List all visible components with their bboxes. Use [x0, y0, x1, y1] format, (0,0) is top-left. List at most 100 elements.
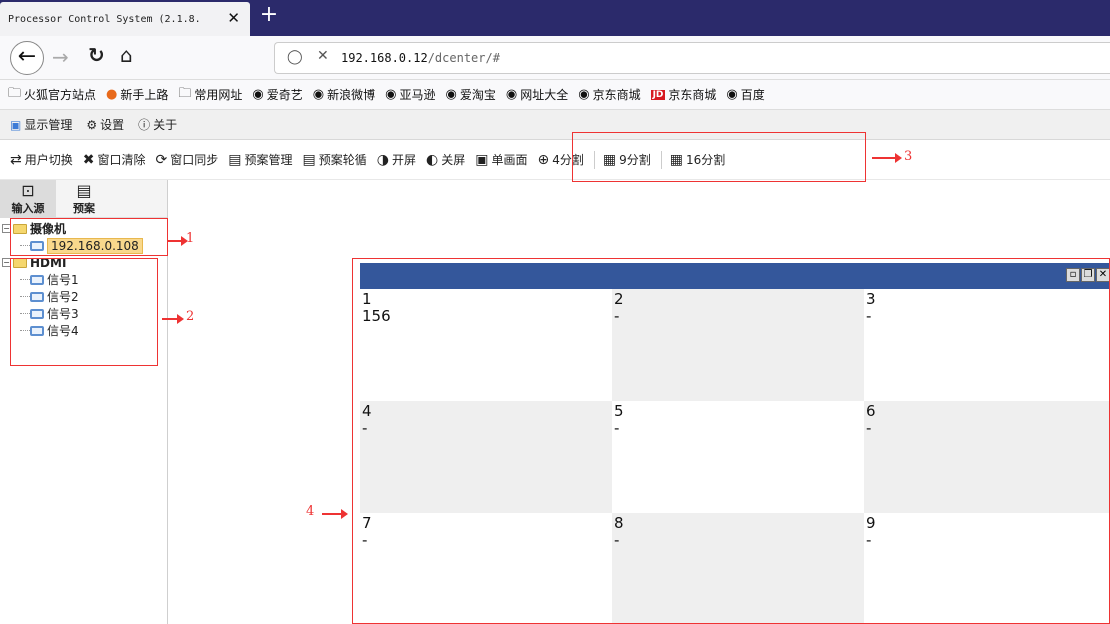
bookmark-label: 百度 — [740, 88, 765, 102]
bookmark-item[interactable]: ◉ 京东商城 — [578, 86, 640, 103]
monitor-icon: ▣ — [10, 117, 22, 132]
input-source-icon: ⊡ — [21, 181, 35, 200]
bookmark-item[interactable]: ◉ 爱奇艺 — [252, 86, 302, 103]
bookmark-item[interactable]: 🗀 常用网址 — [178, 84, 242, 106]
power-on-icon: ◑ — [376, 151, 389, 168]
toolbar-label: 窗口同步 — [170, 153, 219, 167]
globe-icon: ◉ — [445, 87, 457, 102]
globe-icon: ◉ — [312, 87, 325, 102]
info-icon: ⓘ — [138, 118, 151, 132]
preset-loop-button[interactable]: ▤ 预案轮循 — [303, 151, 367, 168]
globe-icon: ◉ — [726, 87, 738, 102]
bookmark-label: 常用网址 — [194, 88, 243, 102]
tab-preset[interactable]: ▤ 预案 — [56, 180, 112, 218]
bookmark-label: 爱淘宝 — [459, 88, 496, 102]
tab-title: Processor Control System (2.1.8. — [8, 13, 201, 25]
browser-tab-strip: Processor Control System (2.1.8. ✕ + — [0, 0, 1110, 36]
toolbar-label: 开屏 — [391, 153, 416, 167]
menu-display-management[interactable]: ▣ 显示管理 — [10, 116, 72, 133]
bookmark-item[interactable]: ◉ 网址大全 — [506, 86, 568, 103]
navigation-bar: ← → ↻ ⌂ ◯ ✕ 192.168.0.12/dcenter/# — [0, 36, 1110, 80]
new-tab-button[interactable]: + — [256, 2, 282, 30]
globe-icon: ◉ — [252, 87, 264, 102]
annotation-arrow-3 — [872, 153, 902, 163]
url-bar[interactable]: ◯ ✕ 192.168.0.12/dcenter/# — [274, 42, 1110, 74]
home-button[interactable]: ⌂ — [120, 43, 133, 67]
annotation-box-2 — [10, 258, 158, 366]
bookmark-item[interactable]: ◉ 百度 — [726, 86, 764, 103]
menu-settings[interactable]: ⚙ 设置 — [86, 116, 124, 133]
tab-label: 预案 — [73, 202, 95, 215]
gear-icon: ⚙ — [86, 117, 98, 132]
toolbar-label: 窗口清除 — [97, 153, 146, 167]
power-off-icon: ◐ — [425, 151, 439, 168]
bookmark-item[interactable]: ◉ 新浪微博 — [313, 86, 375, 103]
annotation-arrow-4 — [322, 509, 348, 519]
bookmark-item[interactable]: ◉ 爱淘宝 — [446, 86, 496, 103]
bookmark-label: 京东商城 — [592, 88, 641, 102]
bookmark-label: 网址大全 — [520, 88, 569, 102]
tab-label: 输入源 — [11, 202, 45, 215]
bookmark-label: 亚马逊 — [399, 88, 436, 102]
clear-icon: ✖ — [82, 151, 95, 168]
preset-loop-icon: ▤ — [302, 151, 316, 168]
window-clear-button[interactable]: ✖ 窗口清除 — [83, 151, 146, 168]
annotation-box-1 — [10, 218, 168, 256]
split-4-icon: ⊕ — [537, 151, 550, 168]
single-view-icon: ▣ — [475, 151, 489, 168]
url-host: 192.168.0.12 — [341, 51, 428, 65]
globe-icon: ◉ — [578, 87, 590, 102]
bookmark-item[interactable]: JD 京东商城 — [650, 86, 717, 103]
forward-button[interactable]: → — [52, 45, 69, 69]
toolbar-label: 关屏 — [441, 153, 466, 167]
bookmark-label: 火狐官方站点 — [24, 88, 97, 102]
bookmark-item[interactable]: 🗀 火狐官方站点 — [8, 84, 96, 106]
close-tab-icon[interactable]: ✕ — [227, 9, 240, 27]
bookmark-label: 爱奇艺 — [266, 88, 303, 102]
user-switch-icon: ⇄ — [10, 151, 22, 168]
bookmark-label: 新手上路 — [120, 88, 169, 102]
tab-input-source[interactable]: ⊡ 输入源 — [0, 180, 56, 218]
annotation-arrow-2 — [162, 314, 184, 324]
preset-icon: ▤ — [76, 181, 92, 200]
app-menu-bar: ▣ 显示管理 ⚙ 设置 ⓘ 关于 — [0, 110, 1110, 140]
insecure-lock-icon[interactable]: ✕ — [317, 48, 329, 64]
bookmarks-bar: 🗀 火狐官方站点 ● 新手上路 🗀 常用网址 ◉ 爱奇艺 ◉ 新浪微博 ◉ 亚马逊 ◉ 爱淘宝… — [0, 80, 1110, 110]
firefox-icon: ● — [106, 87, 118, 102]
annotation-number-1: 1 — [186, 231, 195, 246]
reload-button[interactable]: ↻ — [88, 43, 105, 67]
annotation-box-3 — [572, 132, 866, 182]
user-switch-button[interactable]: ⇄ 用户切换 — [10, 151, 73, 168]
bookmark-item[interactable]: ◉ 亚马逊 — [385, 86, 435, 103]
preset-management-button[interactable]: ▤ 预案管理 — [228, 151, 292, 168]
annotation-box-4 — [352, 258, 1110, 624]
toolbar: ⇄ 用户切换 ✖ 窗口清除 ⟳ 窗口同步 ▤ 预案管理 ▤ 预案轮循 ◑ 开屏 ◐ 关屏 ▣ 单… — [0, 140, 1110, 180]
shield-icon[interactable]: ◯ — [287, 49, 303, 65]
toolbar-label: 单画面 — [491, 153, 528, 167]
folder-icon: 🗀 — [178, 85, 192, 101]
screen-on-button[interactable]: ◑ 开屏 — [377, 151, 416, 168]
toolbar-label: 预案轮循 — [318, 153, 367, 167]
menu-about[interactable]: ⓘ 关于 — [138, 116, 177, 133]
globe-icon: ◉ — [505, 87, 518, 102]
bookmark-label: 京东商城 — [668, 88, 717, 102]
menu-label: 关于 — [153, 118, 178, 132]
preset-icon: ▤ — [228, 151, 242, 168]
menu-label: 显示管理 — [24, 118, 73, 132]
url-text[interactable]: 192.168.0.12/dcenter/# — [341, 51, 500, 65]
annotation-number-2: 2 — [186, 309, 195, 324]
bookmark-label: 新浪微博 — [327, 88, 376, 102]
url-path: /dcenter/# — [427, 51, 500, 65]
browser-tab[interactable]: Processor Control System (2.1.8. ✕ — [0, 2, 250, 36]
back-button[interactable]: ← — [10, 41, 44, 75]
annotation-arrow-1 — [168, 236, 188, 246]
bookmark-item[interactable]: ● 新手上路 — [106, 86, 168, 103]
window-sync-button[interactable]: ⟳ 窗口同步 — [156, 151, 219, 168]
folder-icon: 🗀 — [8, 85, 22, 101]
single-view-button[interactable]: ▣ 单画面 — [475, 151, 527, 168]
sync-icon: ⟳ — [155, 151, 168, 168]
globe-icon: ◉ — [385, 87, 397, 102]
jd-icon: JD — [650, 89, 666, 100]
annotation-number-3: 3 — [904, 149, 913, 164]
screen-off-button[interactable]: ◐ 关屏 — [426, 151, 465, 168]
